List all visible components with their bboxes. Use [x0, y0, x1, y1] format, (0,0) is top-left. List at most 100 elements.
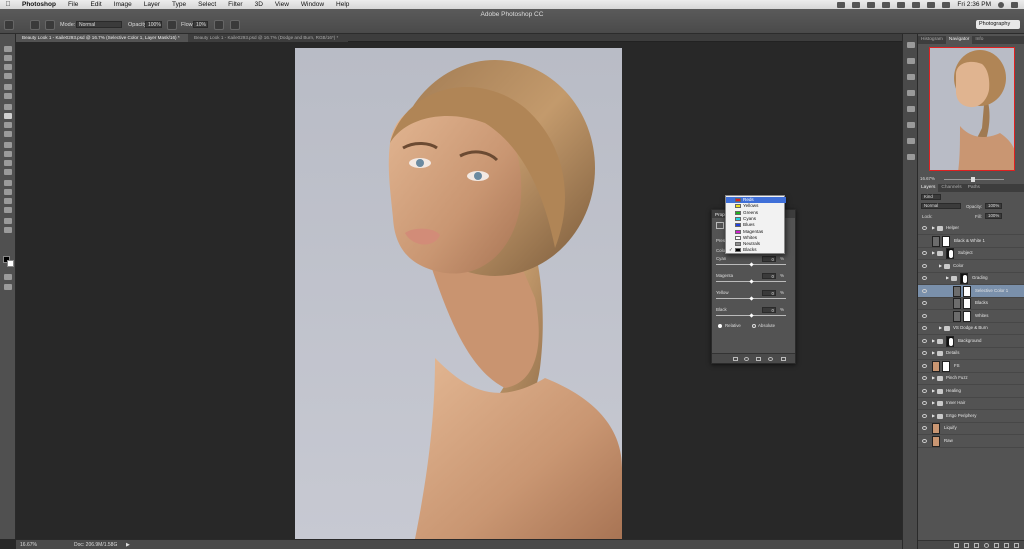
- layer-name[interactable]: Pinch Fuzz: [946, 375, 968, 380]
- marquee-tool-icon[interactable]: [4, 55, 12, 61]
- crop-tool-icon[interactable]: [4, 84, 12, 90]
- view-previous-state-icon[interactable]: [744, 357, 749, 361]
- group-expand-arrow-icon[interactable]: ▶: [932, 375, 935, 380]
- visibility-eye-icon[interactable]: [922, 288, 927, 293]
- layer-row[interactable]: FS: [918, 360, 1024, 373]
- layer-mask-thumbnail[interactable]: [963, 298, 971, 309]
- layer-name[interactable]: Liquify: [944, 425, 957, 430]
- menu-filter[interactable]: Filter: [222, 1, 248, 8]
- new-group-icon[interactable]: [994, 543, 999, 548]
- add-layer-style-icon[interactable]: [964, 543, 969, 548]
- spotlight-search-icon[interactable]: [998, 1, 1004, 8]
- layer-name[interactable]: Helper: [946, 225, 959, 230]
- slider-value-field[interactable]: 0: [762, 307, 776, 313]
- slider-value-field[interactable]: 0: [762, 273, 776, 279]
- layer-row[interactable]: ▶ Pinch Fuzz: [918, 372, 1024, 385]
- add-mask-icon[interactable]: [974, 543, 979, 548]
- layer-row[interactable]: Liquify: [918, 422, 1024, 435]
- delete-adjustment-icon[interactable]: [781, 357, 786, 361]
- menu-select[interactable]: Select: [192, 1, 222, 8]
- history-brush-tool-icon[interactable]: [4, 131, 12, 137]
- group-expand-arrow-icon[interactable]: ▶: [939, 325, 942, 330]
- menu-view[interactable]: View: [269, 1, 295, 8]
- status-menu-arrow-icon[interactable]: ▶: [126, 542, 130, 548]
- navigator-view-box[interactable]: [929, 47, 1015, 171]
- layer-row[interactable]: Blacks: [918, 297, 1024, 310]
- visibility-eye-icon[interactable]: [922, 226, 927, 230]
- type-tool-icon[interactable]: [4, 189, 12, 195]
- tab-layers[interactable]: Layers: [918, 184, 939, 192]
- layer-mask-thumbnail[interactable]: [960, 273, 968, 284]
- toggle-visibility-icon[interactable]: [768, 357, 773, 361]
- menu-edit[interactable]: Edit: [84, 1, 107, 8]
- dropdown-option-neutrals[interactable]: Neutrals: [726, 241, 786, 247]
- menu-help[interactable]: Help: [330, 1, 355, 8]
- menu-3d[interactable]: 3D: [249, 1, 269, 8]
- eraser-tool-icon[interactable]: [4, 142, 12, 148]
- visibility-eye-icon[interactable]: [922, 351, 927, 355]
- gradient-tool-icon[interactable]: [4, 151, 12, 157]
- brush-preset-picker-icon[interactable]: [30, 20, 40, 30]
- pressure-size-icon[interactable]: [230, 20, 240, 30]
- blend-mode-select[interactable]: Normal: [921, 203, 961, 209]
- menu-type[interactable]: Type: [166, 1, 192, 8]
- tab-info[interactable]: Info: [972, 36, 986, 44]
- layer-name[interactable]: Raw: [944, 438, 953, 443]
- visibility-eye-icon[interactable]: [922, 376, 927, 380]
- wifi-icon[interactable]: [912, 1, 921, 8]
- group-expand-arrow-icon[interactable]: ▶: [932, 388, 935, 393]
- dropdown-option-whites[interactable]: Whites: [726, 235, 786, 241]
- layer-row[interactable]: ▶ VS Dodge & Burn: [918, 322, 1024, 335]
- layer-row[interactable]: ▶ Helper: [918, 222, 1024, 235]
- spot-healing-tool-icon[interactable]: [4, 104, 12, 110]
- lasso-tool-icon[interactable]: [4, 64, 12, 70]
- layer-name[interactable]: Background: [958, 338, 981, 343]
- brush-panel-toggle-icon[interactable]: [45, 20, 55, 30]
- battery-icon[interactable]: [942, 1, 951, 8]
- layer-name[interactable]: Grading: [972, 275, 988, 280]
- layer-filter-kind[interactable]: Kind: [921, 194, 941, 200]
- visibility-eye-icon[interactable]: [922, 276, 927, 280]
- document-tab-inactive[interactable]: Beauty Look 1 - Kaile0293.psd @ 16.7% (D…: [188, 34, 348, 42]
- layer-mask-thumbnail[interactable]: [963, 285, 971, 297]
- clone-stamp-tool-icon[interactable]: [4, 122, 12, 128]
- navigator-zoom-slider-knob[interactable]: [971, 177, 975, 182]
- visibility-eye-icon[interactable]: [922, 301, 927, 305]
- slider-value-field[interactable]: 0: [762, 256, 776, 262]
- document-info[interactable]: Doc: 206.9M/1.58G: [74, 542, 117, 548]
- layer-row[interactable]: ▶ Inner Hair: [918, 397, 1024, 410]
- dodge-tool-icon[interactable]: [4, 169, 12, 175]
- layer-row[interactable]: ▶ Subject: [918, 247, 1024, 260]
- visibility-eye-icon[interactable]: [922, 426, 927, 430]
- layer-mask-thumbnail[interactable]: [942, 360, 950, 372]
- status-menu-icon[interactable]: [882, 1, 891, 8]
- layer-name[interactable]: Whites: [975, 313, 988, 318]
- layer-mask-thumbnail[interactable]: [963, 310, 971, 322]
- brush-tool-preset-icon[interactable]: [4, 20, 14, 30]
- new-adjustment-layer-icon[interactable]: [984, 543, 989, 548]
- visibility-eye-icon[interactable]: [922, 413, 927, 418]
- layer-row[interactable]: Selective Color 1: [918, 284, 1024, 298]
- menu-image[interactable]: Image: [108, 1, 138, 8]
- visibility-eye-icon[interactable]: [922, 263, 927, 268]
- adjustments-panel-icon[interactable]: [907, 106, 915, 112]
- menubar-clock[interactable]: Fri 2:36 PM: [957, 1, 991, 8]
- document-canvas-image[interactable]: [295, 48, 622, 539]
- new-layer-icon[interactable]: [1004, 543, 1009, 548]
- layer-row[interactable]: ▶ Color: [918, 260, 1024, 273]
- absolute-radio[interactable]: [752, 324, 756, 328]
- slider-knob[interactable]: [748, 279, 754, 284]
- layer-row[interactable]: Black & White 1: [918, 235, 1024, 248]
- apple-icon[interactable]: : [0, 1, 16, 8]
- dropdown-option-yellows[interactable]: Yellows: [726, 203, 786, 209]
- group-expand-arrow-icon[interactable]: ▶: [932, 225, 935, 230]
- document-tab-active[interactable]: Beauty Look 1 - Kaile0293.psd @ 16.7% (S…: [16, 34, 192, 42]
- link-layers-icon[interactable]: [954, 543, 959, 548]
- pressure-opacity-icon[interactable]: [167, 20, 177, 30]
- brush-panel-icon[interactable]: [907, 138, 915, 144]
- layer-name[interactable]: Inner Hair: [946, 400, 965, 405]
- brush-tool-icon[interactable]: [4, 113, 12, 119]
- move-tool-icon[interactable]: [4, 46, 12, 52]
- background-color-swatch[interactable]: [7, 260, 14, 267]
- shape-tool-icon[interactable]: [4, 207, 12, 213]
